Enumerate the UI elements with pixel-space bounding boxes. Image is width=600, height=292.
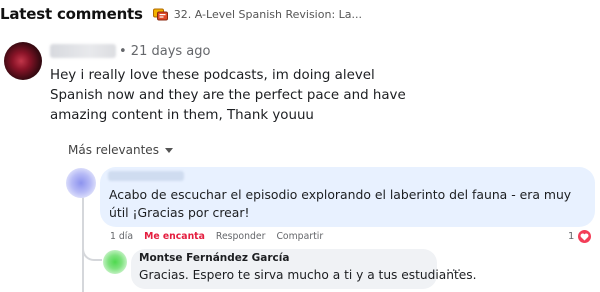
sort-dropdown[interactable]: Más relevantes: [68, 143, 173, 157]
avatar[interactable]: [4, 42, 42, 80]
love-reaction-button[interactable]: Me encanta: [144, 231, 205, 242]
thread-connector: [82, 231, 102, 261]
nested-reply-author[interactable]: Montse Fernández García: [139, 252, 289, 264]
podcast-episode-icon: [152, 7, 169, 21]
section-title: Latest comments: [0, 5, 143, 23]
reply-actions: 1 día Me encanta Responder Compartir: [110, 231, 334, 242]
avatar[interactable]: [66, 168, 96, 198]
comment-timestamp[interactable]: • 21 days ago: [119, 44, 210, 59]
redacted-author-name: [50, 44, 116, 58]
avatar[interactable]: [103, 250, 127, 274]
sort-label: Más relevantes: [68, 143, 159, 157]
reply-timestamp[interactable]: 1 día: [110, 231, 133, 242]
reaction-summary[interactable]: 1: [568, 229, 593, 244]
reply-button[interactable]: Responder: [216, 231, 266, 242]
reply-text: Acabo de escuchar el episodio explorando…: [109, 187, 572, 220]
comments-header: Latest comments 32. A-Level Spanish Revi…: [0, 3, 362, 25]
nested-reply-text: Gracias. Espero te sirva mucho a ti y a …: [139, 268, 477, 282]
caret-down-icon: [164, 147, 173, 153]
share-button[interactable]: Compartir: [276, 231, 323, 242]
redacted-author-name: [108, 171, 184, 181]
reaction-count: 1: [568, 231, 575, 242]
more-options-icon[interactable]: ···: [446, 263, 462, 279]
episode-link[interactable]: 32. A-Level Spanish Revision: La...: [174, 8, 362, 21]
heart-icon: [577, 229, 593, 244]
comment-text: Hey i really love these podcasts, im doi…: [50, 68, 406, 123]
